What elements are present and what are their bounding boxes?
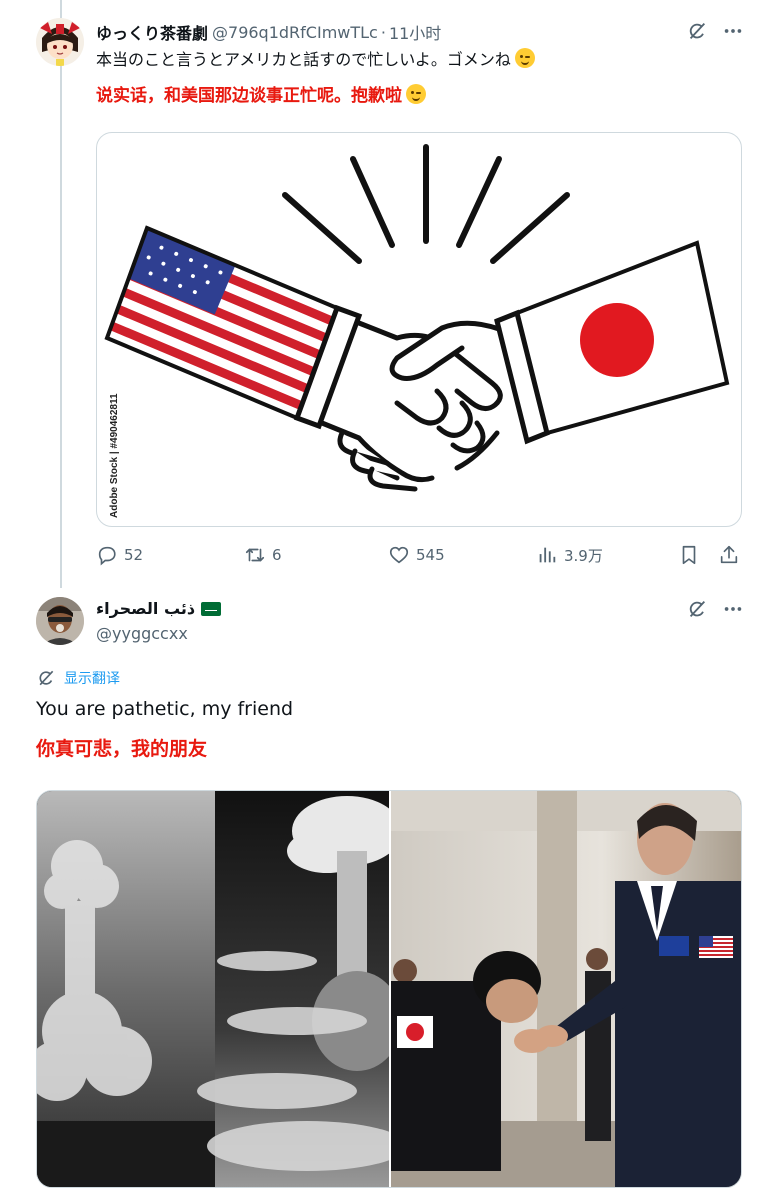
like-button[interactable]: 545	[388, 540, 445, 570]
separator-dot: ·	[380, 22, 386, 42]
winking-face-emoji	[406, 84, 426, 104]
grok-icon[interactable]	[684, 596, 710, 622]
tweet-text-content: 本当のこと言うとアメリカと話すので忙しいよ。ゴメンね	[96, 50, 511, 69]
bookmark-icon	[682, 545, 696, 565]
tweet-header: ゆっくり茶番劇 @796q1dRfCImwTLc · 11小时	[96, 20, 441, 44]
retweet-count: 6	[272, 546, 282, 564]
share-button[interactable]	[718, 540, 740, 570]
like-icon	[389, 546, 409, 564]
show-translation-link[interactable]: 显示翻译	[36, 666, 120, 690]
tweet-translation: 你真可悲，我的朋友	[36, 738, 208, 760]
views-button[interactable]: 3.9万	[536, 540, 603, 570]
display-name[interactable]: ゆっくり茶番劇	[96, 20, 208, 44]
tweet-text: You are pathetic, my friend	[36, 698, 294, 720]
reply-count: 52	[124, 546, 144, 564]
tweet-translation-content: 说实话，和美国那边谈事正忙呢。抱歉啦	[96, 86, 402, 106]
display-name-row[interactable]: ذئب الصحراء	[96, 597, 222, 621]
views-count: 3.9万	[564, 546, 603, 565]
views-icon	[539, 547, 556, 563]
tweet-text: 本当のこと言うとアメリカと話すので忙しいよ。ゴメンね	[96, 48, 535, 72]
stock-watermark: Adobe Stock | #490462811	[109, 393, 120, 518]
show-translation-label[interactable]: 显示翻译	[64, 668, 120, 688]
thread-connector-line	[60, 0, 62, 588]
retweet-button[interactable]: 6	[244, 540, 282, 570]
share-icon	[720, 545, 738, 564]
grok-icon[interactable]	[684, 18, 710, 44]
reply-button[interactable]: 52	[96, 540, 143, 570]
tweet-image-collage[interactable]	[36, 790, 742, 1188]
timestamp[interactable]: 11小时	[389, 20, 441, 44]
like-count: 545	[416, 546, 445, 564]
avatar[interactable]	[36, 18, 84, 66]
more-icon[interactable]	[720, 18, 746, 44]
winking-face-emoji	[514, 48, 535, 68]
user-handle[interactable]: @796q1dRfCImwTLc	[212, 23, 378, 42]
tweet-image-handshake[interactable]: Adobe Stock | #490462811	[96, 132, 742, 527]
translate-icon	[39, 670, 54, 686]
reply-icon	[98, 546, 116, 566]
more-icon[interactable]	[720, 596, 746, 622]
avatar[interactable]	[36, 597, 84, 645]
saudi-flag-emoji	[201, 602, 222, 616]
display-name[interactable]: ذئب الصحراء	[96, 597, 195, 621]
user-handle[interactable]: @yyggccxx	[96, 622, 188, 646]
tweet-actions: 52 6 545 3.9万	[96, 540, 742, 570]
retweet-icon	[245, 548, 265, 562]
tweet-translation: 说实话，和美国那边谈事正忙呢。抱歉啦	[96, 84, 426, 108]
bookmark-button[interactable]	[678, 540, 700, 570]
